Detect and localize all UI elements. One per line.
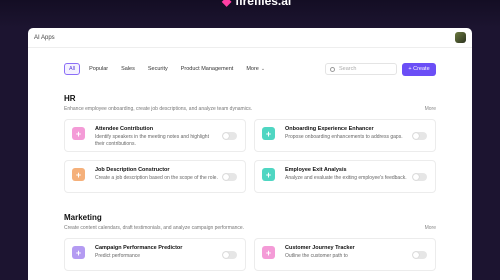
window-titlebar: AI Apps xyxy=(28,28,472,48)
card-description: Identify speakers in the meeting notes a… xyxy=(95,134,209,147)
app-card[interactable]: + Campaign Performance Predictor Predict… xyxy=(64,238,246,271)
search-box[interactable] xyxy=(325,63,397,75)
enable-toggle[interactable] xyxy=(222,251,237,259)
card-grid: + Campaign Performance Predictor Predict… xyxy=(64,238,436,271)
search-icon xyxy=(330,66,335,72)
plus-icon: + xyxy=(72,246,85,259)
app-card[interactable]: + Job Description Constructor Create a j… xyxy=(64,160,246,193)
brand-mark-icon: ◆ xyxy=(222,0,232,8)
card-description: Create a job description based on the sc… xyxy=(95,175,218,181)
card-title: Campaign Performance Predictor xyxy=(95,245,183,251)
section-description: Enhance employee onboarding, create job … xyxy=(64,106,253,112)
plus-icon: + xyxy=(262,168,275,181)
app-card[interactable]: + Customer Journey Tracker Outline the c… xyxy=(254,238,436,271)
create-button[interactable]: + Create xyxy=(402,62,436,76)
filter-label: All xyxy=(69,66,76,72)
enable-toggle[interactable] xyxy=(412,132,427,140)
plus-icon: + xyxy=(262,127,275,140)
card-description: Propose onboarding enhancements to addre… xyxy=(285,134,403,140)
filter-security[interactable]: Security xyxy=(144,63,172,75)
card-grid: + Attendee Contribution Identify speaker… xyxy=(64,119,436,193)
search-input[interactable] xyxy=(339,66,389,72)
filter-label: Sales xyxy=(121,66,135,72)
plus-icon: + xyxy=(72,168,85,181)
section-title: HR xyxy=(64,94,76,103)
filter-label: Product Management xyxy=(180,66,234,72)
section-hr: HR Enhance employee onboarding, create j… xyxy=(64,94,436,193)
card-title: Attendee Contribution xyxy=(95,126,154,132)
enable-toggle[interactable] xyxy=(412,251,427,259)
plus-icon: + xyxy=(72,127,85,140)
filter-popular[interactable]: Popular xyxy=(85,63,112,75)
app-card[interactable]: + Onboarding Experience Enhancer Propose… xyxy=(254,119,436,152)
main-content: All Popular Sales Security Product Manag… xyxy=(64,62,436,271)
filter-toolbar: All Popular Sales Security Product Manag… xyxy=(64,62,436,76)
filter-label: Security xyxy=(147,66,168,72)
user-avatar[interactable] xyxy=(455,32,466,43)
enable-toggle[interactable] xyxy=(222,132,237,140)
enable-toggle[interactable] xyxy=(412,173,427,181)
plus-icon: + xyxy=(262,246,275,259)
card-description: Analyze and evaluate the exiting employe… xyxy=(285,175,407,181)
more-link[interactable]: More xyxy=(425,106,436,112)
filter-label: Popular xyxy=(89,66,109,72)
card-title: Job Description Constructor xyxy=(95,167,170,173)
card-title: Employee Exit Analysis xyxy=(285,167,347,173)
brand-logo: ◆ firefiles.ai xyxy=(222,0,291,8)
section-title: Marketing xyxy=(64,213,102,222)
filter-more-dropdown[interactable]: More ⌄ xyxy=(242,63,269,75)
app-card[interactable]: + Employee Exit Analysis Analyze and eva… xyxy=(254,160,436,193)
enable-toggle[interactable] xyxy=(222,173,237,181)
window-title: AI Apps xyxy=(34,34,55,41)
section-marketing: Marketing Create content calendars, draf… xyxy=(64,213,436,271)
chevron-down-icon: ⌄ xyxy=(260,66,266,72)
app-card[interactable]: + Attendee Contribution Identify speaker… xyxy=(64,119,246,152)
card-description: Outline the customer path to xyxy=(285,253,348,259)
filter-product-management[interactable]: Product Management xyxy=(177,63,238,75)
more-link[interactable]: More xyxy=(425,225,436,231)
section-description: Create content calendars, draft testimon… xyxy=(64,225,245,231)
card-description: Predict performance xyxy=(95,253,141,259)
filter-label: More xyxy=(246,66,259,72)
filter-all[interactable]: All xyxy=(64,63,81,75)
app-window: AI Apps All Popular Sales Security Produ… xyxy=(28,28,472,280)
filter-sales[interactable]: Sales xyxy=(117,63,139,75)
brand-name: firefiles.ai xyxy=(235,0,292,8)
card-title: Onboarding Experience Enhancer xyxy=(285,126,374,132)
card-title: Customer Journey Tracker xyxy=(285,245,355,251)
